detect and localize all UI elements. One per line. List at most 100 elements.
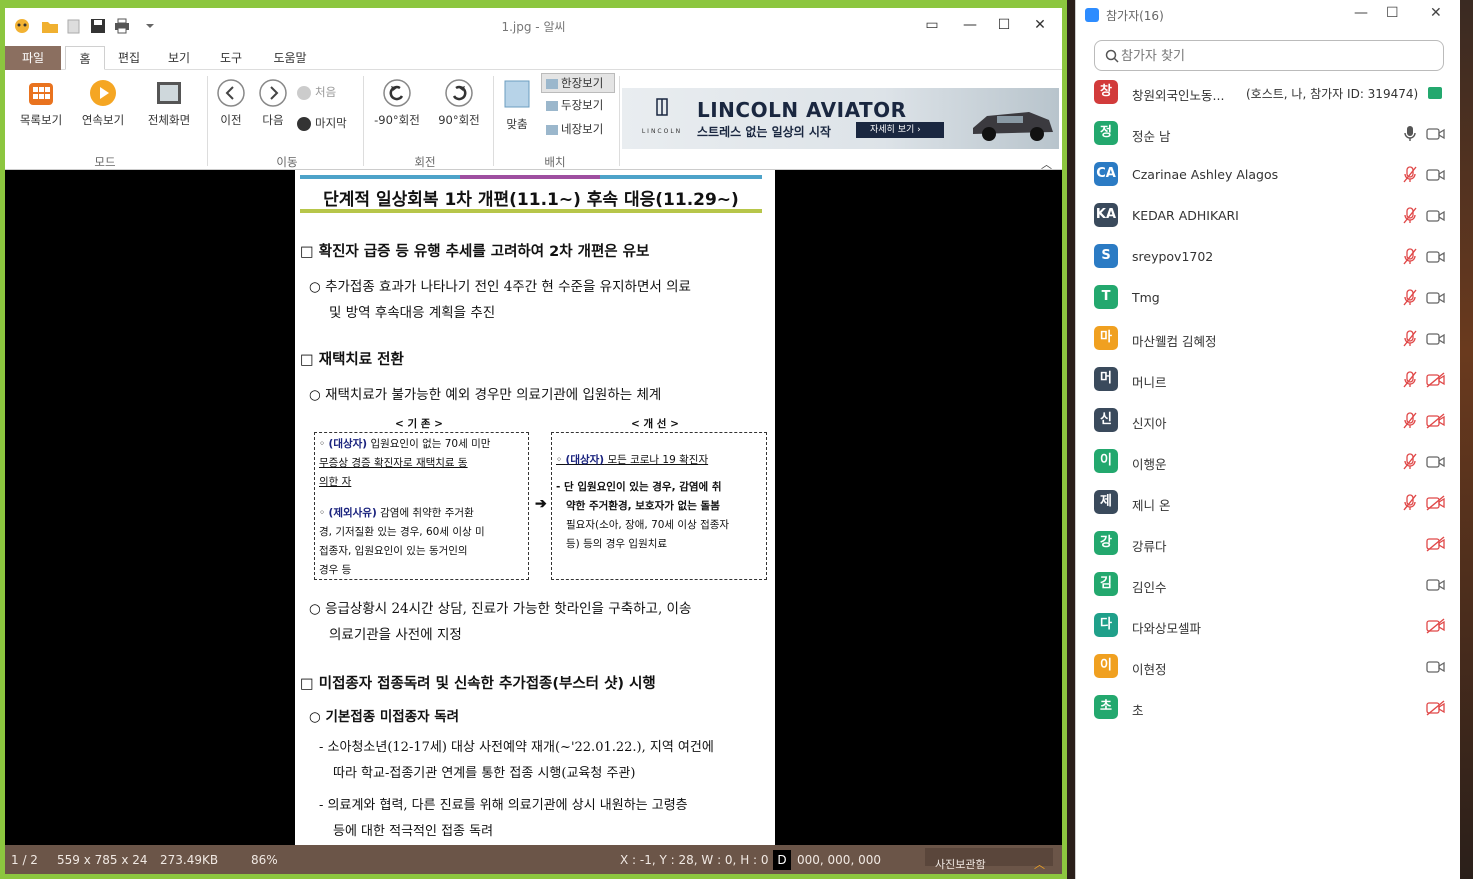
fullscreen-label: 전체화면 [147,113,191,127]
box-label: (제외사유) [328,507,377,519]
participant-row[interactable]: 이 이행운 [1076,442,1461,483]
slideshow-button[interactable]: 연속보기 [77,78,129,128]
video-off-icon[interactable] [1426,495,1446,511]
tab-tools[interactable]: 도구 [211,46,251,70]
microphone-muted-icon[interactable] [1402,371,1418,389]
video-icon[interactable] [1426,659,1446,675]
rotate-ccw-icon [383,79,411,107]
double-view-button[interactable]: 두장보기 [541,97,615,113]
participant-row[interactable]: 초초 [1076,688,1461,729]
list-view-button[interactable]: 목록보기 [15,78,67,128]
microphone-muted-icon[interactable] [1402,289,1418,307]
restore-layout-icon[interactable]: ▭ [923,16,941,34]
ad-banner[interactable]: LINCOLN LINCOLN AVIATOR 스트레스 없는 일상의 시작 자… [622,88,1059,149]
tab-edit[interactable]: 편집 [109,46,149,70]
microphone-muted-icon[interactable] [1402,330,1418,348]
video-off-icon[interactable] [1426,413,1446,429]
close-button[interactable]: ✕ [1031,16,1049,34]
video-icon[interactable] [1426,126,1446,142]
video-icon[interactable] [1426,208,1446,224]
fullscreen-button[interactable]: 전체화면 [139,78,199,128]
microphone-muted-icon[interactable] [1402,412,1418,430]
box-text: 등) 등의 경우 입원치료 [566,538,668,550]
tab-file[interactable]: 파일 [5,46,61,70]
participant-row[interactable]: 김 김인수 [1076,565,1461,606]
video-icon[interactable] [1426,290,1446,306]
participants-panel: 참가자(16) — ☐ ✕ 창 창원외국인노동... (호스트, 나, 참가자 ID… [1075,0,1460,879]
avatar: S [1094,244,1118,268]
participant-name: 강류다 [1132,539,1167,554]
video-off-icon[interactable] [1426,536,1446,552]
video-icon[interactable] [1426,167,1446,183]
doc-para: 및 방역 후속대응 계획을 추진 [329,305,496,321]
maximize-button[interactable]: ☐ [995,16,1013,34]
close-button[interactable]: ✕ [1430,5,1442,21]
participant-row[interactable]: 강 강류다 [1076,524,1461,565]
microphone-muted-icon[interactable] [1402,453,1418,471]
video-icon[interactable] [1426,577,1446,593]
list-view-icon [29,83,53,105]
prev-label: 이전 [220,113,242,127]
rotate-ccw-button[interactable]: -90°회전 [369,78,425,128]
video-off-icon[interactable] [1426,372,1446,388]
video-off-icon[interactable] [1426,700,1446,716]
participant-row[interactable]: 제 제니 온 [1076,483,1461,524]
participant-row[interactable]: KA KEDAR ADHIKARI [1076,196,1461,237]
chevron-right-icon [259,79,287,107]
participant-row[interactable]: CA Czarinae Ashley Alagos [1076,155,1461,196]
microphone-muted-icon[interactable] [1402,494,1418,512]
microphone-muted-icon[interactable] [1402,207,1418,225]
fit-button[interactable]: 맞춤 [499,78,535,132]
microphone-muted-icon[interactable] [1402,166,1418,184]
photo-album-button[interactable]: 사진보관함 ︿ [925,848,1053,871]
avatar: 초 [1094,695,1118,719]
list-view-label: 목록보기 [19,113,63,127]
video-icon[interactable] [1426,331,1446,347]
quad-view-button[interactable]: 네장보기 [541,121,615,137]
video-icon[interactable] [1426,249,1446,265]
single-view-button[interactable]: 한장보기 [541,73,615,93]
tab-help[interactable]: 도움말 [267,46,313,70]
video-icon[interactable] [1426,454,1446,470]
participant-row[interactable]: 마 마산웰컴 김혜정 [1076,319,1461,360]
ad-headline: LINCOLN AVIATOR [697,98,907,122]
participant-row[interactable]: T Tmg [1076,278,1461,319]
minimize-button[interactable]: — [1354,5,1368,21]
photo-album-label: 사진보관함 [935,858,986,871]
minimize-button[interactable]: — [961,16,979,34]
box-label: (대상자) [565,454,605,466]
tab-home[interactable]: 홈 [65,46,105,70]
last-label: 마지막 [315,116,347,130]
participant-row[interactable]: 창 창원외국인노동... (호스트, 나, 참가자 ID: 319474) [1076,73,1461,114]
microphone-icon[interactable] [1402,125,1418,143]
doc-section-3: □ 미접종자 접종독려 및 신속한 추가접종(부스터 샷) 시행 [300,676,656,692]
box-text: 모든 코로나 19 확진자 [604,454,709,466]
participant-role: (호스트, 나, 참가자 ID: 319474) [1246,87,1419,101]
rotate-ccw-label: -90°회전 [374,113,420,127]
search-input[interactable] [1121,46,1431,66]
participant-row[interactable]: 다 다와상모셀파 [1076,606,1461,647]
avatar: 김 [1094,572,1118,596]
maximize-button[interactable]: ☐ [1386,5,1399,21]
avatar: KA [1094,203,1118,227]
rotate-cw-button[interactable]: 90°회전 [431,78,487,128]
microphone-muted-icon[interactable] [1402,248,1418,266]
participant-row[interactable]: 신 신지아 [1076,401,1461,442]
participant-row[interactable]: 머 머니르 [1076,360,1461,401]
image-canvas[interactable]: 단계적 일상회복 1차 개편(11.1~) 후속 대응(11.29~) □ 확진… [5,170,1062,845]
prev-button[interactable]: 이전 [213,78,249,128]
doc-para: 등에 대한 적극적인 접종 독려 [333,824,494,839]
participant-row[interactable]: 정 정순 남 [1076,114,1461,155]
first-button[interactable]: 처음 [297,84,357,100]
next-button[interactable]: 다음 [255,78,291,128]
last-button[interactable]: 마지막 [297,115,361,131]
tab-view[interactable]: 보기 [159,46,199,70]
box-text: 약한 주거환경, 보호자가 없는 돌봄 [566,500,720,512]
participant-name: 제니 온 [1132,498,1171,513]
participant-row[interactable]: 이 이현정 [1076,647,1461,688]
ribbon-separator [363,76,364,166]
video-off-icon[interactable] [1426,618,1446,634]
participant-row[interactable]: Ssreypov1702 [1076,237,1461,278]
ad-cta-button[interactable]: 자세히 보기 › [856,122,944,138]
last-icon [297,116,311,131]
